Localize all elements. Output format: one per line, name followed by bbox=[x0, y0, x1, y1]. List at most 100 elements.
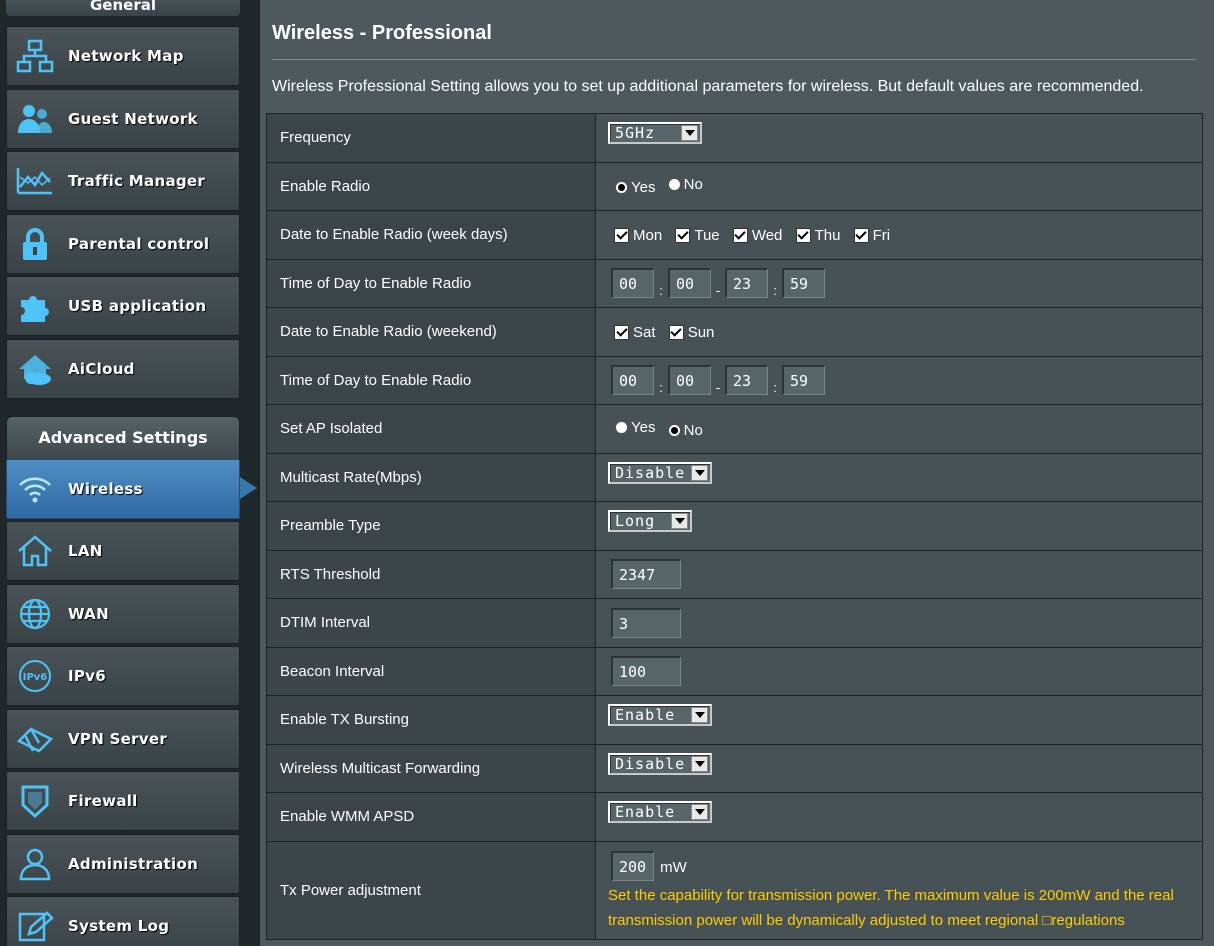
checkbox-label: Tue bbox=[694, 226, 720, 244]
menu-ipv6[interactable]: IPv6 IPv6 bbox=[6, 646, 240, 706]
checkbox-label: Wed bbox=[751, 226, 783, 244]
weekend-start-minute-input[interactable]: 00 bbox=[668, 365, 711, 396]
menu-firewall[interactable]: Firewall bbox=[6, 771, 240, 831]
system-log-icon bbox=[13, 904, 57, 946]
time-dash: - bbox=[715, 283, 721, 299]
menu-vpn-server[interactable]: VPN Server bbox=[6, 709, 240, 769]
ap-isolated-no[interactable]: No bbox=[667, 422, 703, 439]
checkbox-label: Mon bbox=[633, 226, 663, 244]
tx-power-input[interactable]: 200 bbox=[611, 851, 654, 881]
select-value: Enable bbox=[615, 706, 676, 724]
ap-isolated-yes[interactable]: Yes bbox=[615, 419, 655, 436]
checkmark-icon bbox=[853, 227, 869, 243]
usb-application-icon bbox=[13, 284, 57, 328]
enable-radio-yes[interactable]: Yes bbox=[615, 179, 655, 196]
menu-wireless[interactable]: Wireless bbox=[6, 459, 240, 519]
chevron-down-icon[interactable] bbox=[671, 513, 688, 529]
checkbox-thu[interactable]: Thu bbox=[795, 226, 841, 244]
row-label: Wireless Multicast Forwarding bbox=[266, 743, 596, 793]
sidebar: General Network Map Guest Network Traffi… bbox=[0, 0, 258, 946]
beacon-interval-input[interactable]: 100 bbox=[611, 656, 681, 687]
menu-lan[interactable]: LAN bbox=[6, 521, 240, 581]
select-value: Disable bbox=[615, 463, 686, 482]
row-weekdays: Date to Enable Radio (week days) Mon Tue… bbox=[266, 210, 1203, 260]
row-label: Enable WMM APSD bbox=[266, 792, 596, 842]
wireless-icon bbox=[13, 467, 57, 511]
radio-label: Yes bbox=[631, 418, 656, 436]
chevron-down-icon[interactable] bbox=[691, 755, 708, 772]
time-colon: : bbox=[659, 380, 663, 396]
checkbox-wed[interactable]: Wed bbox=[732, 226, 783, 244]
checkmark-icon bbox=[668, 324, 684, 340]
frequency-select[interactable]: 5GHz bbox=[608, 122, 702, 144]
time-dash: - bbox=[715, 380, 721, 396]
weekday-start-minute-input[interactable]: 00 bbox=[668, 268, 711, 299]
menu-aicloud[interactable]: AiCloud bbox=[6, 339, 240, 399]
radio-label: Yes bbox=[631, 179, 656, 197]
rts-threshold-input[interactable]: 2347 bbox=[611, 559, 681, 590]
checkmark-icon bbox=[675, 227, 691, 243]
radio-selected-icon bbox=[615, 181, 628, 195]
chevron-down-icon[interactable] bbox=[691, 804, 708, 820]
weekend-start-hour-input[interactable]: 00 bbox=[611, 365, 654, 396]
checkbox-label: Thu bbox=[814, 226, 841, 244]
menu-guest-network[interactable]: Guest Network bbox=[6, 89, 240, 149]
checkmark-icon bbox=[795, 227, 811, 243]
row-beacon: Beacon Interval 100 bbox=[266, 646, 1203, 696]
multicast-forwarding-select[interactable]: Disable bbox=[608, 752, 712, 775]
menu-traffic-manager[interactable]: Traffic Manager bbox=[6, 151, 240, 211]
preamble-select[interactable]: Long bbox=[608, 510, 692, 532]
checkbox-tue[interactable]: Tue bbox=[675, 226, 720, 244]
weekday-end-hour-input[interactable]: 23 bbox=[725, 268, 768, 299]
menu-administration[interactable]: Administration bbox=[6, 834, 240, 894]
vpn-server-icon bbox=[13, 717, 57, 761]
advanced-settings-header: Advanced Settings bbox=[6, 416, 240, 460]
ipv6-icon: IPv6 bbox=[13, 654, 57, 698]
menu-label: VPN Server bbox=[68, 730, 168, 748]
menu-parental-control[interactable]: Parental control bbox=[6, 214, 240, 274]
row-weekend-time: Time of Day to Enable Radio 00:00-23:59 bbox=[266, 355, 1203, 405]
select-value: 5GHz bbox=[615, 124, 656, 142]
chevron-down-icon[interactable] bbox=[691, 707, 708, 723]
chevron-down-icon[interactable] bbox=[681, 125, 698, 141]
tx-bursting-select[interactable]: Enable bbox=[608, 704, 712, 726]
weekday-start-hour-input[interactable]: 00 bbox=[611, 268, 654, 299]
checkbox-fri[interactable]: Fri bbox=[853, 227, 890, 244]
page-description: Wireless Professional Setting allows you… bbox=[272, 78, 1144, 95]
menu-label: WAN bbox=[68, 605, 109, 623]
row-frequency: Frequency 5GHz bbox=[266, 113, 1203, 163]
checkbox-sun[interactable]: Sun bbox=[668, 324, 714, 341]
menu-system-log[interactable]: System Log bbox=[6, 896, 240, 946]
page-title: Wireless - Professional bbox=[272, 22, 492, 44]
checkbox-sat[interactable]: Sat bbox=[614, 324, 656, 341]
network-map-icon bbox=[13, 34, 57, 78]
checkmark-icon bbox=[614, 324, 629, 340]
chevron-down-icon[interactable] bbox=[691, 464, 708, 481]
menu-label: USB application bbox=[68, 297, 207, 315]
row-label: Beacon Interval bbox=[266, 646, 596, 696]
row-label: Time of Day to Enable Radio bbox=[266, 258, 596, 308]
row-label: RTS Threshold bbox=[266, 549, 596, 599]
checkbox-mon[interactable]: Mon bbox=[614, 227, 662, 244]
weekday-end-minute-input[interactable]: 59 bbox=[782, 268, 825, 299]
row-multicast-rate: Multicast Rate(Mbps) Disable bbox=[266, 452, 1203, 502]
enable-radio-no[interactable]: No bbox=[667, 176, 703, 193]
weekend-end-minute-input[interactable]: 59 bbox=[782, 365, 825, 396]
menu-network-map[interactable]: Network Map bbox=[6, 26, 240, 86]
multicast-rate-select[interactable]: Disable bbox=[608, 461, 712, 484]
menu-label: LAN bbox=[68, 542, 103, 560]
traffic-manager-icon bbox=[13, 159, 57, 203]
time-colon: : bbox=[773, 380, 777, 396]
menu-label: AiCloud bbox=[68, 360, 135, 378]
menu-label: Parental control bbox=[68, 235, 210, 253]
row-wmm-apsd: Enable WMM APSD Enable bbox=[266, 792, 1203, 842]
weekend-end-hour-input[interactable]: 23 bbox=[725, 365, 768, 396]
row-weekend: Date to Enable Radio (weekend) Sat Sun bbox=[266, 307, 1203, 357]
dtim-interval-input[interactable]: 3 bbox=[611, 607, 681, 638]
wmm-apsd-select[interactable]: Enable bbox=[608, 801, 712, 823]
menu-usb-application[interactable]: USB application bbox=[6, 276, 240, 336]
row-label: Tx Power adjustment bbox=[266, 840, 596, 940]
menu-label: Administration bbox=[68, 855, 199, 873]
menu-wan[interactable]: WAN bbox=[6, 584, 240, 644]
menu-label: Firewall bbox=[68, 792, 138, 810]
